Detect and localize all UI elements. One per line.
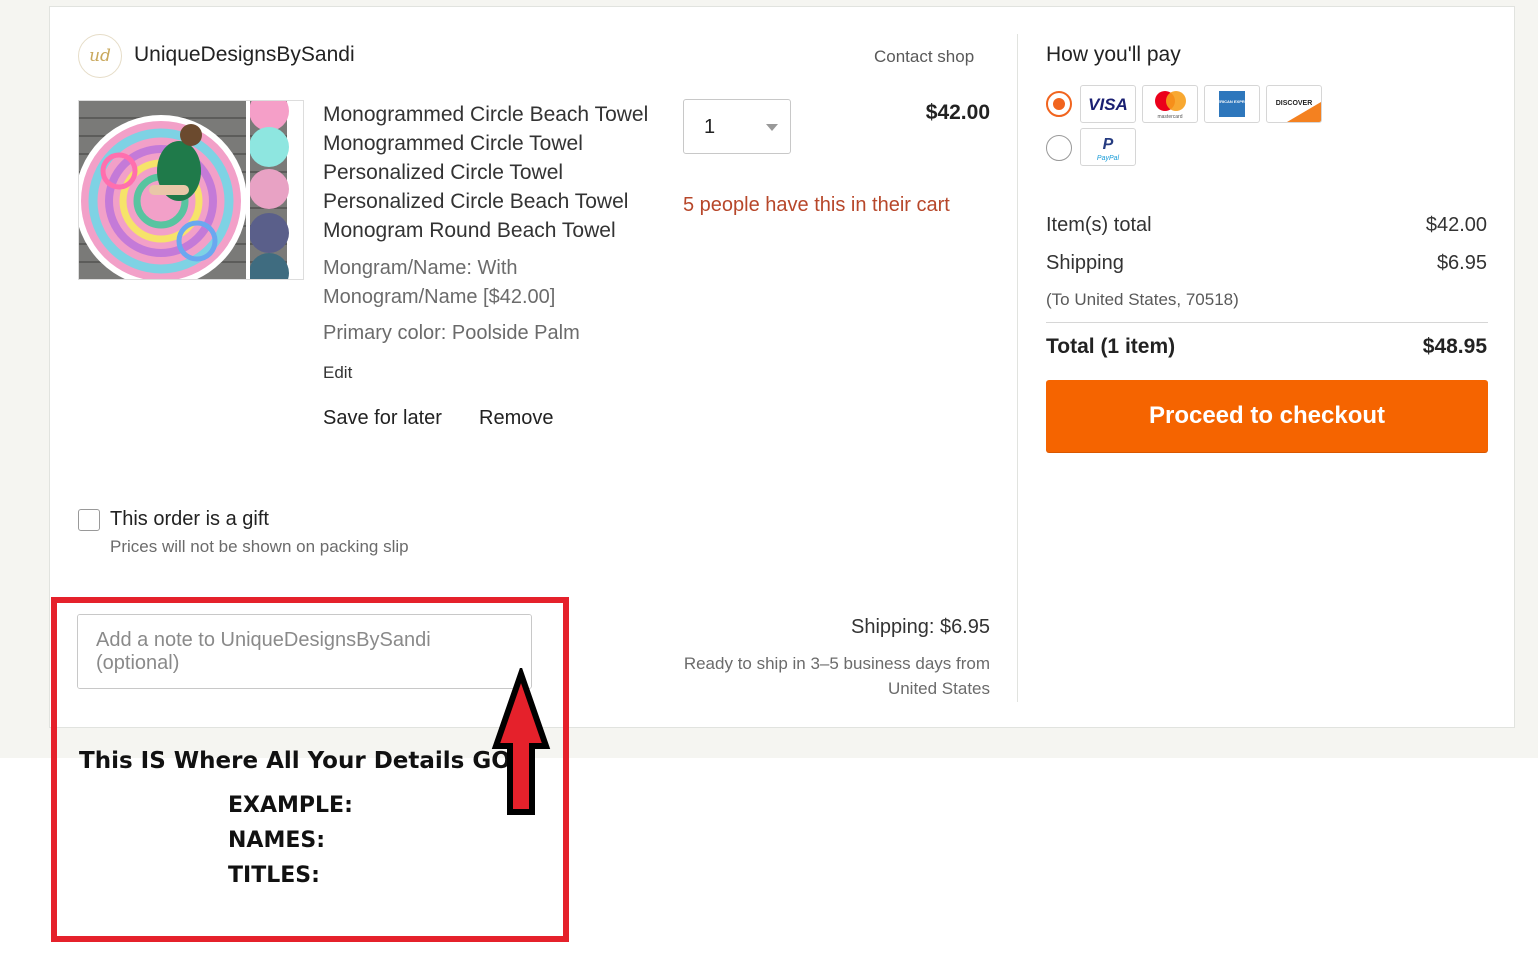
chevron-down-icon xyxy=(766,124,778,131)
cart-popularity-notice: 5 people have this in their cart xyxy=(683,194,950,216)
discover-wordmark: DISCOVER xyxy=(1276,100,1313,107)
remove-link[interactable]: Remove xyxy=(479,407,553,430)
discover-icon: DISCOVER xyxy=(1266,85,1322,123)
shipping-cost-label: Shipping: $6.95 xyxy=(850,616,990,638)
shop-logo[interactable]: ud xyxy=(78,34,122,78)
card-payment-radio[interactable] xyxy=(1046,91,1072,117)
shop-name-link[interactable]: UniqueDesignsBySandi xyxy=(134,43,355,67)
total-value: $48.95 xyxy=(1422,335,1487,358)
item-thumbnail[interactable] xyxy=(78,100,304,280)
item-price: $42.00 xyxy=(925,101,990,124)
instructions-line-names: NAMES: xyxy=(228,828,326,853)
svg-text:P: P xyxy=(1103,136,1114,153)
payment-heading: How you'll pay xyxy=(1046,43,1181,66)
shipping-ready-text: Ready to ship in 3–5 business days from … xyxy=(683,654,990,698)
item-color: Primary color: Poolside Palm xyxy=(323,322,580,344)
arrow-up-icon xyxy=(491,668,551,815)
paypal-wordmark: PayPal xyxy=(1097,155,1120,162)
quantity-select[interactable]: 1 xyxy=(683,99,791,154)
instructions-heading: This IS Where All Your Details GO: xyxy=(79,748,521,774)
items-total-label: Item(s) total xyxy=(1046,214,1152,236)
shipping-value: $6.95 xyxy=(1436,252,1487,274)
column-divider xyxy=(1017,34,1018,702)
gift-subtext: Prices will not be shown on packing slip xyxy=(110,537,409,556)
mastercard-icon: mastercard xyxy=(1142,85,1198,123)
shipping-label: Shipping xyxy=(1046,252,1124,274)
towel-image xyxy=(79,101,303,279)
proceed-to-checkout-button[interactable]: Proceed to checkout xyxy=(1046,380,1488,452)
paypal-payment-radio[interactable] xyxy=(1046,135,1072,161)
gift-checkbox[interactable] xyxy=(78,509,100,531)
total-label: Total (1 item) xyxy=(1046,335,1176,358)
amex-icon: AMERICAN EXPRESS xyxy=(1204,85,1260,123)
amex-wordmark: AMERICAN EXPRESS xyxy=(1211,99,1253,104)
instructions-line-titles: TITLES: xyxy=(228,863,320,888)
contact-shop-link[interactable]: Contact shop xyxy=(874,47,974,67)
shop-logo-text: ud xyxy=(89,46,111,66)
gift-label[interactable]: This order is a gift xyxy=(110,508,269,531)
item-variant: Mongram/Name: With Monogram/Name [$42.00… xyxy=(323,257,556,308)
items-total-value: $42.00 xyxy=(1425,214,1487,236)
instructions-line-example: EXAMPLE: xyxy=(228,793,353,818)
visa-icon: VISA xyxy=(1080,85,1136,123)
save-for-later-link[interactable]: Save for later xyxy=(323,407,442,430)
paypal-icon: P PayPal xyxy=(1080,128,1136,166)
summary-divider xyxy=(1046,322,1488,323)
item-title-link[interactable]: Monogrammed Circle Beach Towel Monogramm… xyxy=(323,100,658,245)
mastercard-wordmark: mastercard xyxy=(1157,114,1182,120)
visa-wordmark: VISA xyxy=(1088,95,1128,114)
edit-link[interactable]: Edit xyxy=(323,363,352,383)
quantity-value: 1 xyxy=(704,116,716,138)
shipping-destination: (To United States, 70518) xyxy=(1046,290,1239,309)
